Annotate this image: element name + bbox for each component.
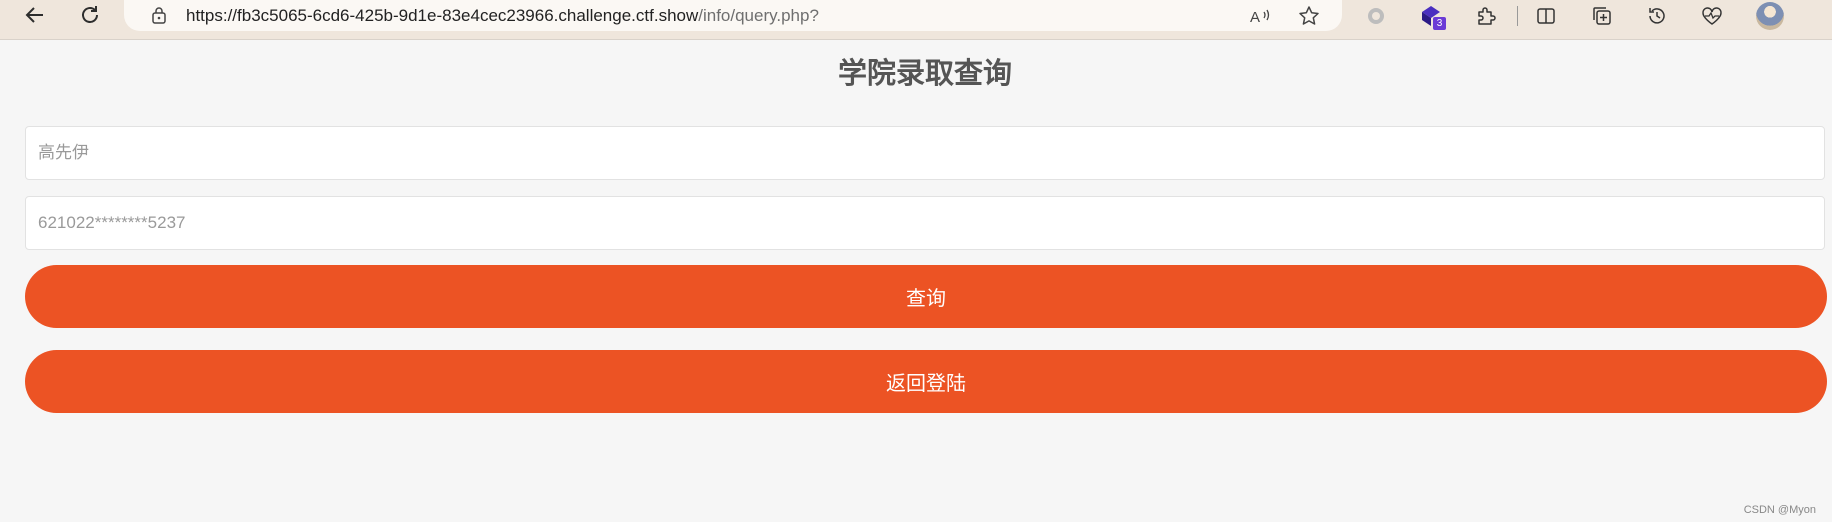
query-button[interactable]: 查询 — [25, 265, 1827, 328]
browser-toolbar: https://fb3c5065-6cd6-425b-9d1e-83e4cec2… — [0, 0, 1832, 40]
extension-badge: 3 — [1433, 17, 1446, 30]
cube-extension-icon[interactable]: 3 — [1416, 2, 1446, 30]
favorite-star-icon[interactable] — [1297, 4, 1321, 28]
name-input[interactable] — [26, 127, 1824, 179]
back-arrow-icon[interactable] — [17, 0, 53, 30]
toolbar-divider — [1517, 6, 1518, 26]
watermark: CSDN @Myon⁠⁠ — [1743, 504, 1816, 516]
svg-text:A: A — [1250, 9, 1260, 26]
url-host: https://fb3c5065-6cd6-425b-9d1e-83e4cec2… — [186, 6, 699, 25]
circle-extension-icon[interactable] — [1361, 2, 1391, 30]
split-screen-icon[interactable] — [1531, 2, 1561, 30]
url-text[interactable]: https://fb3c5065-6cd6-425b-9d1e-83e4cec2… — [186, 6, 819, 26]
back-to-login-button[interactable]: 返回登陆 — [25, 350, 1827, 413]
address-bar[interactable]: https://fb3c5065-6cd6-425b-9d1e-83e4cec2… — [124, 0, 1342, 31]
avatar[interactable] — [1756, 2, 1784, 30]
health-icon[interactable] — [1697, 2, 1727, 30]
id-number-input[interactable] — [26, 197, 1824, 249]
name-field[interactable] — [25, 126, 1825, 180]
collections-icon[interactable] — [1587, 2, 1617, 30]
page-title: 学院录取查询 — [837, 56, 1012, 90]
history-icon[interactable] — [1642, 2, 1672, 30]
refresh-icon[interactable] — [72, 0, 108, 30]
puzzle-icon[interactable] — [1471, 2, 1501, 30]
read-aloud-icon[interactable]: A — [1248, 4, 1272, 28]
id-number-field[interactable] — [25, 196, 1825, 250]
lock-icon[interactable] — [150, 6, 168, 24]
url-path: /info/query.php? — [698, 6, 819, 25]
